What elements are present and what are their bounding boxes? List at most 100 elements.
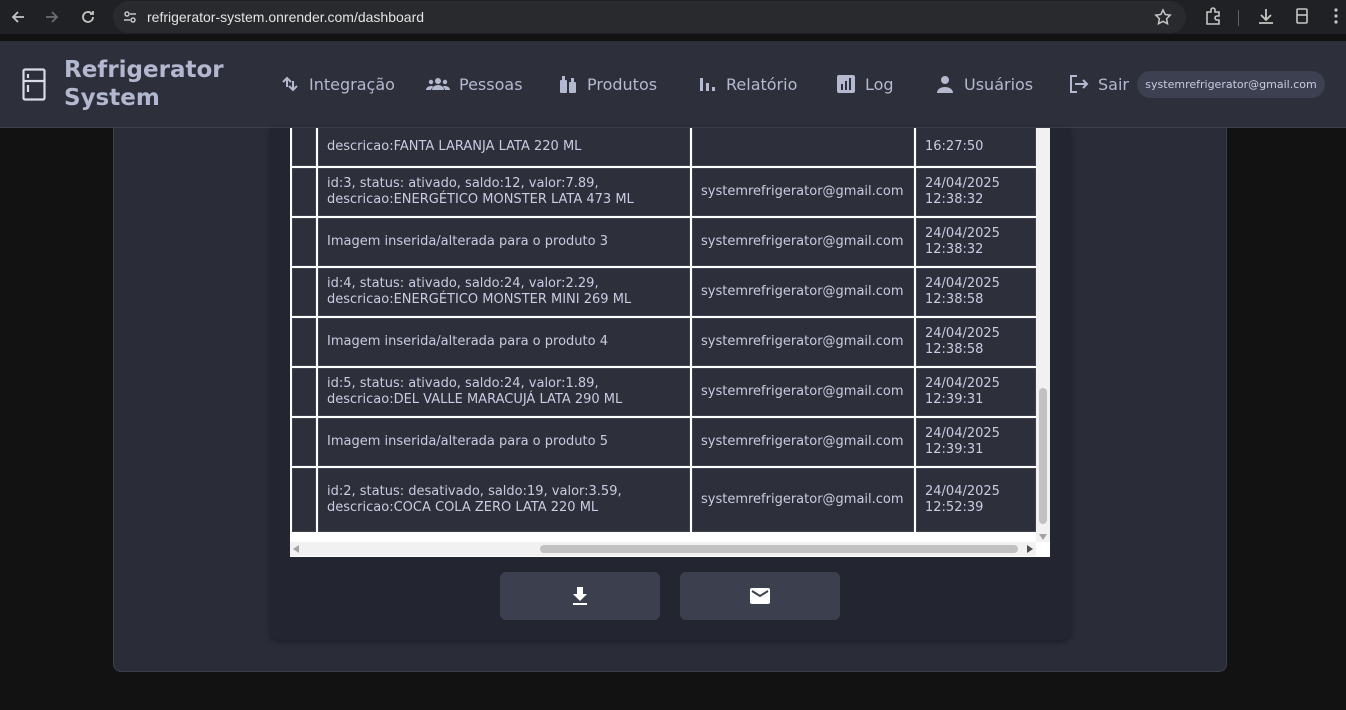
description-line: Imagem inserida/alterada para o produto … bbox=[327, 334, 608, 349]
brand-line-2: System bbox=[64, 85, 160, 111]
back-icon[interactable] bbox=[0, 0, 36, 34]
extensions-icon[interactable] bbox=[1203, 6, 1223, 31]
log-time: 12:39:31 bbox=[925, 392, 984, 407]
log-cell-datetime: 24/04/2025 12:38:58 bbox=[916, 318, 1036, 366]
log-cell-description: Imagem inserida/alterada para o produto … bbox=[318, 418, 690, 466]
log-row: Imagem inserida/alterada para o produto … bbox=[292, 318, 1036, 366]
log-cell-user: systemrefrigerator@gmail.com bbox=[692, 218, 914, 266]
side-panel-icon[interactable] bbox=[1292, 6, 1312, 31]
nav-usuarios[interactable]: Usuários bbox=[935, 71, 1033, 97]
log-cell-id bbox=[292, 128, 316, 166]
log-date: 24/04/2025 bbox=[925, 276, 1000, 291]
nav-log[interactable]: Log bbox=[836, 71, 894, 97]
url-text[interactable]: refrigerator-system.onrender.com/dashboa… bbox=[147, 9, 424, 25]
log-row: id:4, status: ativado, saldo:24, valor:2… bbox=[292, 268, 1036, 316]
log-cell-user: systemrefrigerator@gmail.com bbox=[692, 468, 914, 532]
nav-pessoas-label: Pessoas bbox=[459, 74, 523, 94]
log-time: 12:52:39 bbox=[925, 500, 984, 515]
log-cell-id bbox=[292, 418, 316, 466]
brand-title[interactable]: Refrigerator System bbox=[64, 56, 224, 112]
log-icon bbox=[837, 75, 855, 93]
log-date: 24/04/2025 bbox=[925, 376, 1000, 391]
log-cell-description: descricao:FANTA LARANJA LATA 220 ML bbox=[318, 128, 690, 166]
log-cell-description: Imagem inserida/alterada para o produto … bbox=[318, 318, 690, 366]
description-line: Imagem inserida/alterada para o produto … bbox=[327, 234, 608, 249]
log-time: 12:38:32 bbox=[925, 242, 984, 257]
nav-produtos-label: Produtos bbox=[587, 74, 658, 94]
log-row: id:5, status: ativado, saldo:24, valor:1… bbox=[292, 368, 1036, 416]
nav-produtos[interactable]: Produtos bbox=[558, 71, 657, 97]
description-line: Imagem inserida/alterada para o produto … bbox=[327, 434, 608, 449]
log-table-viewport[interactable]: descricao:FANTA LARANJA LATA 220 ML 16:27… bbox=[290, 128, 1050, 557]
refrigerator-logo-icon bbox=[22, 68, 46, 101]
products-icon bbox=[560, 76, 576, 93]
log-cell-datetime: 24/04/2025 12:39:31 bbox=[916, 418, 1036, 466]
log-time: 12:39:31 bbox=[925, 442, 984, 457]
scroll-right-arrow-icon[interactable] bbox=[1027, 545, 1033, 553]
log-cell-user: systemrefrigerator@gmail.com bbox=[692, 318, 914, 366]
log-time: 16:27:50 bbox=[925, 139, 984, 154]
vertical-scrollbar[interactable] bbox=[1036, 128, 1050, 542]
log-cell-id bbox=[292, 468, 316, 532]
integration-icon bbox=[282, 76, 298, 92]
download-icon bbox=[573, 587, 587, 605]
scroll-left-arrow-icon[interactable] bbox=[293, 545, 299, 553]
description-line: descricao:ENERGÉTICO MONSTER MINI 269 ML bbox=[327, 292, 632, 307]
log-row: Imagem inserida/alterada para o produto … bbox=[292, 418, 1036, 466]
scroll-down-arrow-icon[interactable] bbox=[1039, 534, 1047, 540]
description-line: descricao:ENERGÉTICO MONSTER LATA 473 ML bbox=[327, 192, 634, 207]
log-cell-id bbox=[292, 268, 316, 316]
log-cell-user: systemrefrigerator@gmail.com bbox=[692, 168, 914, 216]
log-cell-description: id:3, status: ativado, saldo:12, valor:7… bbox=[318, 168, 690, 216]
log-row: Imagem inserida/alterada para o produto … bbox=[292, 218, 1036, 266]
nav-sair-label: Sair bbox=[1098, 74, 1129, 94]
horizontal-scrollbar[interactable] bbox=[290, 542, 1036, 556]
user-email-badge[interactable]: systemrefrigerator@gmail.com bbox=[1137, 71, 1325, 98]
nav-relatorio[interactable]: Relatório bbox=[697, 71, 797, 97]
log-cell-id bbox=[292, 318, 316, 366]
downloads-icon[interactable] bbox=[1256, 6, 1276, 31]
description-line: id:4, status: ativado, saldo:24, valor:2… bbox=[327, 276, 599, 291]
log-date: 24/04/2025 bbox=[925, 176, 1000, 191]
nav-relatorio-label: Relatório bbox=[726, 74, 798, 94]
horizontal-scroll-thumb[interactable] bbox=[540, 545, 1018, 553]
description-line: descricao:DEL VALLE MARACUJÁ LATA 290 ML bbox=[327, 392, 623, 407]
log-cell-id bbox=[292, 368, 316, 416]
nav-pessoas[interactable]: Pessoas bbox=[426, 71, 523, 97]
user-icon bbox=[937, 76, 953, 93]
log-cell-datetime: 24/04/2025 12:38:32 bbox=[916, 168, 1036, 216]
log-time: 12:38:58 bbox=[925, 292, 984, 307]
reload-icon[interactable] bbox=[70, 0, 106, 34]
log-row: id:3, status: ativado, saldo:12, valor:7… bbox=[292, 168, 1036, 216]
bar-chart-icon bbox=[700, 78, 715, 91]
nav-integracao[interactable]: Integração bbox=[280, 71, 395, 97]
log-date: 24/04/2025 bbox=[925, 426, 1000, 441]
app-header: Refrigerator System Integração Pessoas P… bbox=[0, 41, 1346, 128]
log-table: descricao:FANTA LARANJA LATA 220 ML 16:27… bbox=[290, 128, 1038, 534]
send-email-button[interactable] bbox=[680, 572, 840, 620]
menu-kebab-icon[interactable] bbox=[1328, 6, 1344, 31]
log-cell-user: systemrefrigerator@gmail.com bbox=[692, 268, 914, 316]
log-date: 24/04/2025 bbox=[925, 484, 1000, 499]
log-cell-datetime: 16:27:50 bbox=[916, 128, 1036, 166]
log-date: 24/04/2025 bbox=[925, 226, 1000, 241]
log-cell-datetime: 24/04/2025 12:39:31 bbox=[916, 368, 1036, 416]
vertical-scroll-thumb[interactable] bbox=[1039, 388, 1047, 524]
download-button[interactable] bbox=[500, 572, 660, 620]
forward-icon[interactable] bbox=[34, 0, 70, 34]
nav-sair[interactable]: Sair bbox=[1069, 71, 1129, 97]
log-cell-id bbox=[292, 168, 316, 216]
site-settings-icon[interactable] bbox=[113, 1, 147, 33]
log-cell-datetime: 24/04/2025 12:52:39 bbox=[916, 468, 1036, 532]
log-cell-user: systemrefrigerator@gmail.com bbox=[692, 418, 914, 466]
log-cell-id bbox=[292, 218, 316, 266]
log-row: id:2, status: desativado, saldo:19, valo… bbox=[292, 468, 1036, 532]
bookmark-star-icon[interactable] bbox=[1154, 8, 1172, 31]
log-cell-datetime: 24/04/2025 12:38:32 bbox=[916, 218, 1036, 266]
mail-icon bbox=[750, 588, 770, 604]
nav-usuarios-label: Usuários bbox=[964, 74, 1034, 94]
description-line: descricao:FANTA LARANJA LATA 220 ML bbox=[327, 139, 582, 154]
logout-icon bbox=[1070, 75, 1089, 93]
log-cell-datetime: 24/04/2025 12:38:58 bbox=[916, 268, 1036, 316]
address-bar[interactable]: refrigerator-system.onrender.com/dashboa… bbox=[113, 1, 1186, 33]
